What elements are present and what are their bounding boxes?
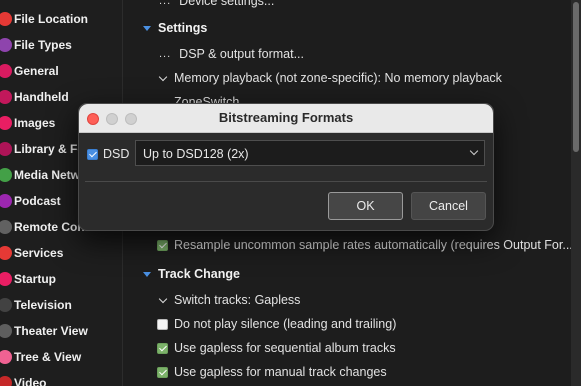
media-network-icon (0, 168, 12, 182)
no-silence-checkbox[interactable] (157, 318, 168, 330)
resample-label: Resample uncommon sample rates automatic… (174, 238, 571, 252)
images-icon (0, 116, 12, 130)
sidebar-item-label: Television (14, 298, 72, 312)
chevron-down-icon (469, 146, 479, 156)
cancel-button[interactable]: Cancel (411, 192, 486, 220)
sidebar-item-label: Theater View (14, 324, 88, 338)
dsd-format-select[interactable]: Up to DSD128 (2x) (135, 140, 485, 166)
ellipsis-icon: ... (159, 0, 172, 7)
sidebar-item-video[interactable]: Video (0, 370, 122, 386)
startup-icon (0, 272, 12, 286)
dsd-format-value: Up to DSD128 (2x) (143, 147, 249, 161)
general-icon (0, 64, 12, 78)
chevron-down-icon (159, 75, 166, 82)
memory-playback-label: Memory playback (not zone-specific): No … (174, 71, 502, 85)
sidebar-item-label: Handheld (14, 90, 69, 104)
podcast-icon (0, 194, 12, 208)
dialog-title: Bitstreaming Formats (218, 110, 354, 125)
section-title: Track Change (158, 267, 240, 281)
television-icon (0, 298, 12, 312)
sidebar-item-television[interactable]: Television (0, 292, 122, 318)
file-location-icon (0, 12, 12, 26)
sidebar-item-file-types[interactable]: File Types (0, 32, 122, 58)
sidebar-item-file-location[interactable]: File Location (0, 6, 122, 32)
dsd-checkbox[interactable] (87, 149, 98, 160)
no-silence-label: Do not play silence (leading and trailin… (174, 317, 397, 331)
gapless-album-checkbox[interactable] (157, 342, 168, 354)
scrollbar-thumb[interactable] (573, 2, 579, 152)
sidebar-item-label: Images (14, 116, 56, 130)
section-title: Settings (158, 21, 208, 35)
switch-tracks-item[interactable]: Switch tracks: Gapless (159, 288, 300, 312)
sidebar-item-label: File Location (14, 12, 89, 26)
sidebar-item-general[interactable]: General (0, 58, 122, 84)
resample-checkbox[interactable] (157, 239, 168, 251)
gapless-manual-checkbox[interactable] (157, 366, 168, 378)
sidebar-item-theater-view[interactable]: Theater View (0, 318, 122, 344)
dsp-output-label: DSP & output format... (179, 47, 305, 61)
chevron-down-icon (159, 297, 166, 304)
handheld-icon (0, 90, 12, 104)
sidebar-item-startup[interactable]: Startup (0, 266, 122, 292)
sidebar-item-tree-view[interactable]: Tree & View (0, 344, 122, 370)
chevron-down-icon (143, 271, 151, 277)
device-settings-item[interactable]: ... Device settings... (159, 0, 274, 13)
dialog-divider (85, 181, 487, 182)
sidebar-item-label: Library & Fo (14, 142, 85, 156)
settings-section-header[interactable]: Settings (143, 16, 207, 40)
remote-control-icon (0, 220, 12, 234)
switch-tracks-label: Switch tracks: Gapless (174, 293, 301, 307)
video-icon (0, 376, 12, 386)
no-silence-option[interactable]: Do not play silence (leading and trailin… (157, 312, 396, 336)
tree-view-icon (0, 350, 12, 364)
sidebar-item-label: Video (14, 376, 47, 386)
sidebar-item-label: File Types (14, 38, 72, 52)
theater-view-icon (0, 324, 12, 338)
gapless-album-option[interactable]: Use gapless for sequential album tracks (157, 336, 396, 360)
chevron-down-icon (143, 25, 151, 31)
memory-playback-item[interactable]: Memory playback (not zone-specific): No … (159, 66, 502, 90)
resample-option[interactable]: Resample uncommon sample rates automatic… (157, 233, 571, 257)
sidebar-item-label: Media Netw (14, 168, 81, 182)
gapless-album-label: Use gapless for sequential album tracks (174, 341, 396, 355)
sidebar-item-label: Tree & View (14, 350, 82, 364)
dsd-label: DSD (103, 147, 130, 161)
services-icon (0, 246, 12, 260)
gapless-manual-label: Use gapless for manual track changes (174, 365, 387, 379)
bitstreaming-formats-dialog: Bitstreaming Formats DSD Up to DSD128 (2… (78, 103, 494, 231)
library-icon (0, 142, 12, 156)
gapless-manual-option[interactable]: Use gapless for manual track changes (157, 360, 387, 384)
sidebar-item-label: General (14, 64, 59, 78)
sidebar-item-services[interactable]: Services (0, 240, 122, 266)
file-types-icon (0, 38, 12, 52)
sidebar-item-label: Podcast (14, 194, 61, 208)
device-settings-label: Device settings... (179, 0, 275, 8)
sidebar-item-label: Services (14, 246, 64, 260)
sidebar-item-label: Startup (14, 272, 56, 286)
ok-button[interactable]: OK (328, 192, 403, 220)
track-change-section-header[interactable]: Track Change (143, 262, 240, 286)
dsp-output-item[interactable]: ... DSP & output format... (159, 42, 304, 66)
ellipsis-icon: ... (159, 48, 172, 60)
